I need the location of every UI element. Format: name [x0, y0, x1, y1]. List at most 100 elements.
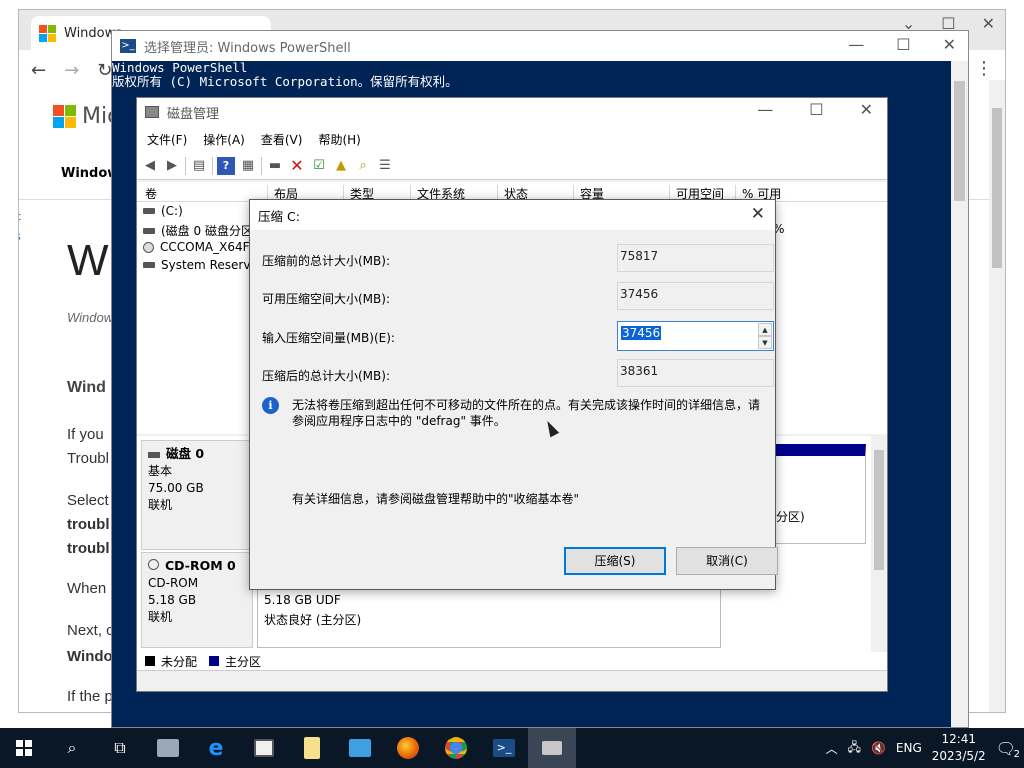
close-icon[interactable]: ✕: [982, 14, 995, 33]
legend-label: 未分配: [161, 654, 198, 669]
disk-graph-scrollbar[interactable]: [871, 436, 887, 652]
menu-action[interactable]: 操作(A): [203, 131, 245, 148]
taskbar-app[interactable]: [336, 728, 384, 768]
partition-status: 状态良好 (主分区): [264, 613, 362, 627]
menu-help[interactable]: 帮助(H): [318, 131, 360, 148]
forward-icon[interactable]: →: [64, 60, 79, 81]
spin-up-icon[interactable]: ▲: [758, 323, 772, 336]
toolbar-separator: [185, 156, 186, 175]
taskbar-app[interactable]: [240, 728, 288, 768]
dm-statusbar: [137, 670, 887, 691]
disk-type: CD-ROM: [148, 576, 199, 590]
page-heading: W: [67, 236, 109, 285]
info-message: 无法将卷压缩到超出任何不可移动的文件所在的点。有关完成该操作时间的详细信息，请参…: [292, 398, 761, 428]
cdrom-0-label[interactable]: CD-ROM 0 CD-ROM 5.18 GB 联机: [141, 552, 253, 648]
taskbar-app[interactable]: [144, 728, 192, 768]
computer-management-icon: [157, 739, 179, 757]
taskbar-app[interactable]: e: [192, 728, 240, 768]
browser-scrollbar[interactable]: [989, 80, 1005, 712]
network-icon[interactable]: 🖧: [848, 738, 861, 759]
shrink-amount-input[interactable]: 37456: [621, 326, 662, 340]
menu-view[interactable]: 查看(V): [261, 131, 303, 148]
side-link[interactable]: s: [19, 230, 21, 243]
chevron-up-icon[interactable]: ︿: [826, 740, 838, 757]
more-options-icon[interactable]: ⋮: [975, 58, 993, 79]
search-icon[interactable]: ⌕: [354, 157, 372, 175]
volume-row[interactable]: System Reserve: [143, 258, 258, 272]
article-text: Troubl: [67, 450, 109, 467]
info-icon: i: [262, 397, 279, 414]
close-icon[interactable]: ✕: [751, 204, 765, 224]
scroll-thumb[interactable]: [874, 450, 884, 570]
forward-icon[interactable]: ▶: [163, 157, 181, 175]
field-label: 输入压缩空间量(MB)(E):: [262, 331, 395, 345]
start-button[interactable]: [0, 728, 48, 768]
minimize-icon[interactable]: —: [848, 35, 864, 54]
dm-titlebar[interactable]: 磁盘管理 — ☐ ✕: [137, 98, 887, 126]
disk-name: CD-ROM 0: [165, 558, 236, 573]
notifications-icon[interactable]: 🗨 2: [996, 739, 1020, 760]
clock[interactable]: 12:41 2023/5/2: [932, 731, 986, 765]
delete-icon[interactable]: ✕: [288, 156, 306, 175]
menu-file[interactable]: 文件(F): [147, 131, 187, 148]
cancel-button[interactable]: 取消(C): [676, 547, 778, 575]
disk-0-label[interactable]: 磁盘 0 基本 75.00 GB 联机: [141, 440, 253, 550]
store-icon: [254, 739, 274, 757]
taskbar-app[interactable]: [384, 728, 432, 768]
back-icon[interactable]: ←: [31, 60, 46, 81]
dialog-titlebar[interactable]: 压缩 C:: [250, 200, 775, 230]
taskbar-app[interactable]: [288, 728, 336, 768]
powershell-scrollbar[interactable]: [951, 61, 968, 727]
taskbar-app-active[interactable]: [528, 728, 576, 768]
taskbar-app[interactable]: [432, 728, 480, 768]
volume-row[interactable]: (C:): [143, 204, 183, 218]
shrink-button[interactable]: 压缩(S): [564, 547, 666, 575]
chrome-icon: [445, 737, 467, 759]
article-section-heading: Wind: [67, 379, 106, 396]
scroll-thumb[interactable]: [954, 81, 965, 201]
partition-block[interactable]: 分区): [773, 444, 866, 544]
microsoft-logo-icon: [53, 105, 76, 128]
close-icon[interactable]: ✕: [943, 35, 956, 54]
internet-explorer-icon: e: [208, 735, 224, 761]
volume-muted-icon[interactable]: 🔇: [871, 741, 886, 755]
powershell-titlebar[interactable]: >_ 选择管理员: Windows PowerShell — ☐ ✕: [112, 31, 968, 61]
article-text: Windo: [67, 648, 113, 665]
spin-down-icon[interactable]: ▼: [758, 336, 772, 349]
article-text: troubl: [67, 516, 110, 533]
clock-date: 2023/5/2: [931, 749, 986, 763]
task-view-button[interactable]: ⧉: [96, 728, 144, 768]
volume-row[interactable]: (磁盘 0 磁盘分区: [143, 222, 253, 239]
microsoft-logo-icon: [39, 24, 56, 42]
search-button[interactable]: ⌕: [48, 728, 96, 768]
taskbar: ⌕ ⧉ e >_ ︿ 🖧 🔇 ENG 12:41 2023/5/2 🗨 2: [0, 728, 1024, 768]
check-icon[interactable]: ☑: [310, 157, 328, 175]
ms-header: Mic: [53, 104, 119, 129]
volume-row[interactable]: CCCOMA_X64FR: [143, 240, 258, 254]
list-icon[interactable]: ☰: [376, 157, 394, 175]
taskbar-app[interactable]: >_: [480, 728, 528, 768]
dialog-title: 压缩 C:: [258, 208, 300, 224]
article-text: Select: [67, 492, 109, 509]
disk-status: 联机: [148, 610, 173, 624]
connect-disk-icon[interactable]: ▬: [266, 157, 284, 175]
close-icon[interactable]: ✕: [860, 100, 873, 119]
properties-icon[interactable]: ▦: [239, 157, 257, 175]
minimize-icon[interactable]: —: [757, 100, 773, 119]
maximize-icon[interactable]: ☐: [896, 35, 910, 54]
language-indicator[interactable]: ENG: [896, 741, 922, 755]
field-value: 37456: [617, 282, 774, 310]
powershell-output[interactable]: Windows PowerShell 版权所有 (C) Microsoft Co…: [112, 61, 458, 89]
help-icon[interactable]: ?: [217, 156, 235, 175]
cdrom-icon: [143, 241, 154, 253]
shrink-amount-stepper[interactable]: 37456 ▲ ▼: [617, 321, 774, 351]
column-header[interactable]: 卷: [139, 185, 157, 203]
folder-up-icon[interactable]: ▲: [332, 157, 350, 175]
task-view-icon: ⧉: [114, 738, 126, 757]
back-icon[interactable]: ◀: [141, 157, 159, 175]
legend-label: 主分区: [225, 654, 262, 669]
maximize-icon[interactable]: ☐: [809, 100, 823, 119]
scroll-thumb[interactable]: [992, 108, 1002, 268]
console-tree-icon[interactable]: ▤: [190, 157, 208, 175]
primary-swatch: [209, 656, 220, 666]
